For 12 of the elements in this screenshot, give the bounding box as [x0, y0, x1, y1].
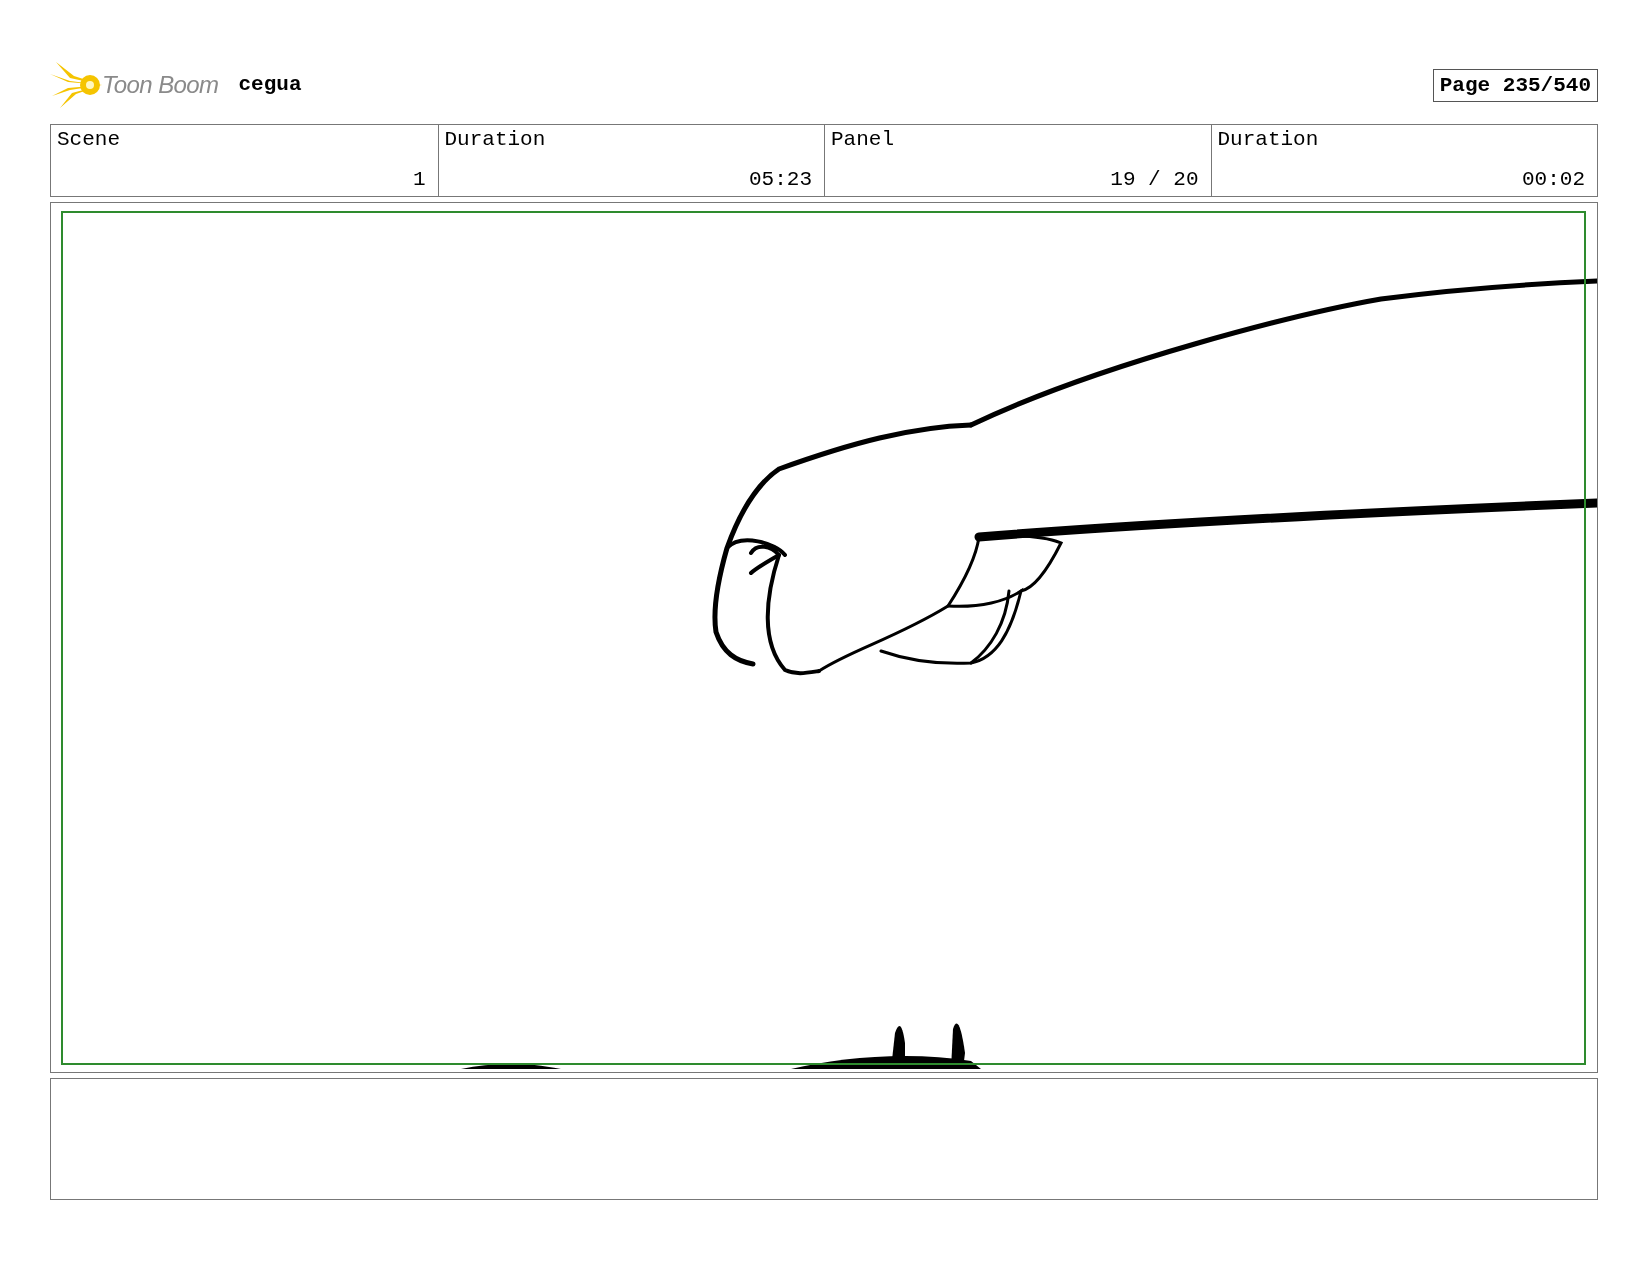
field-value: 19 / 20 [1110, 169, 1199, 190]
starburst-icon [50, 60, 102, 110]
field-value: 00:02 [1522, 169, 1585, 190]
field-value: 1 [412, 169, 426, 190]
page-number: Page 235/540 [1432, 68, 1598, 102]
field-label: Panel [831, 129, 894, 150]
field-label: Duration [444, 129, 546, 150]
field-label: Scene [57, 129, 120, 150]
logo-text: Toon Boom [102, 70, 219, 100]
project-title: cegua [238, 72, 302, 99]
field-label: Duration [1217, 129, 1319, 150]
field-value: 05:23 [749, 169, 812, 190]
